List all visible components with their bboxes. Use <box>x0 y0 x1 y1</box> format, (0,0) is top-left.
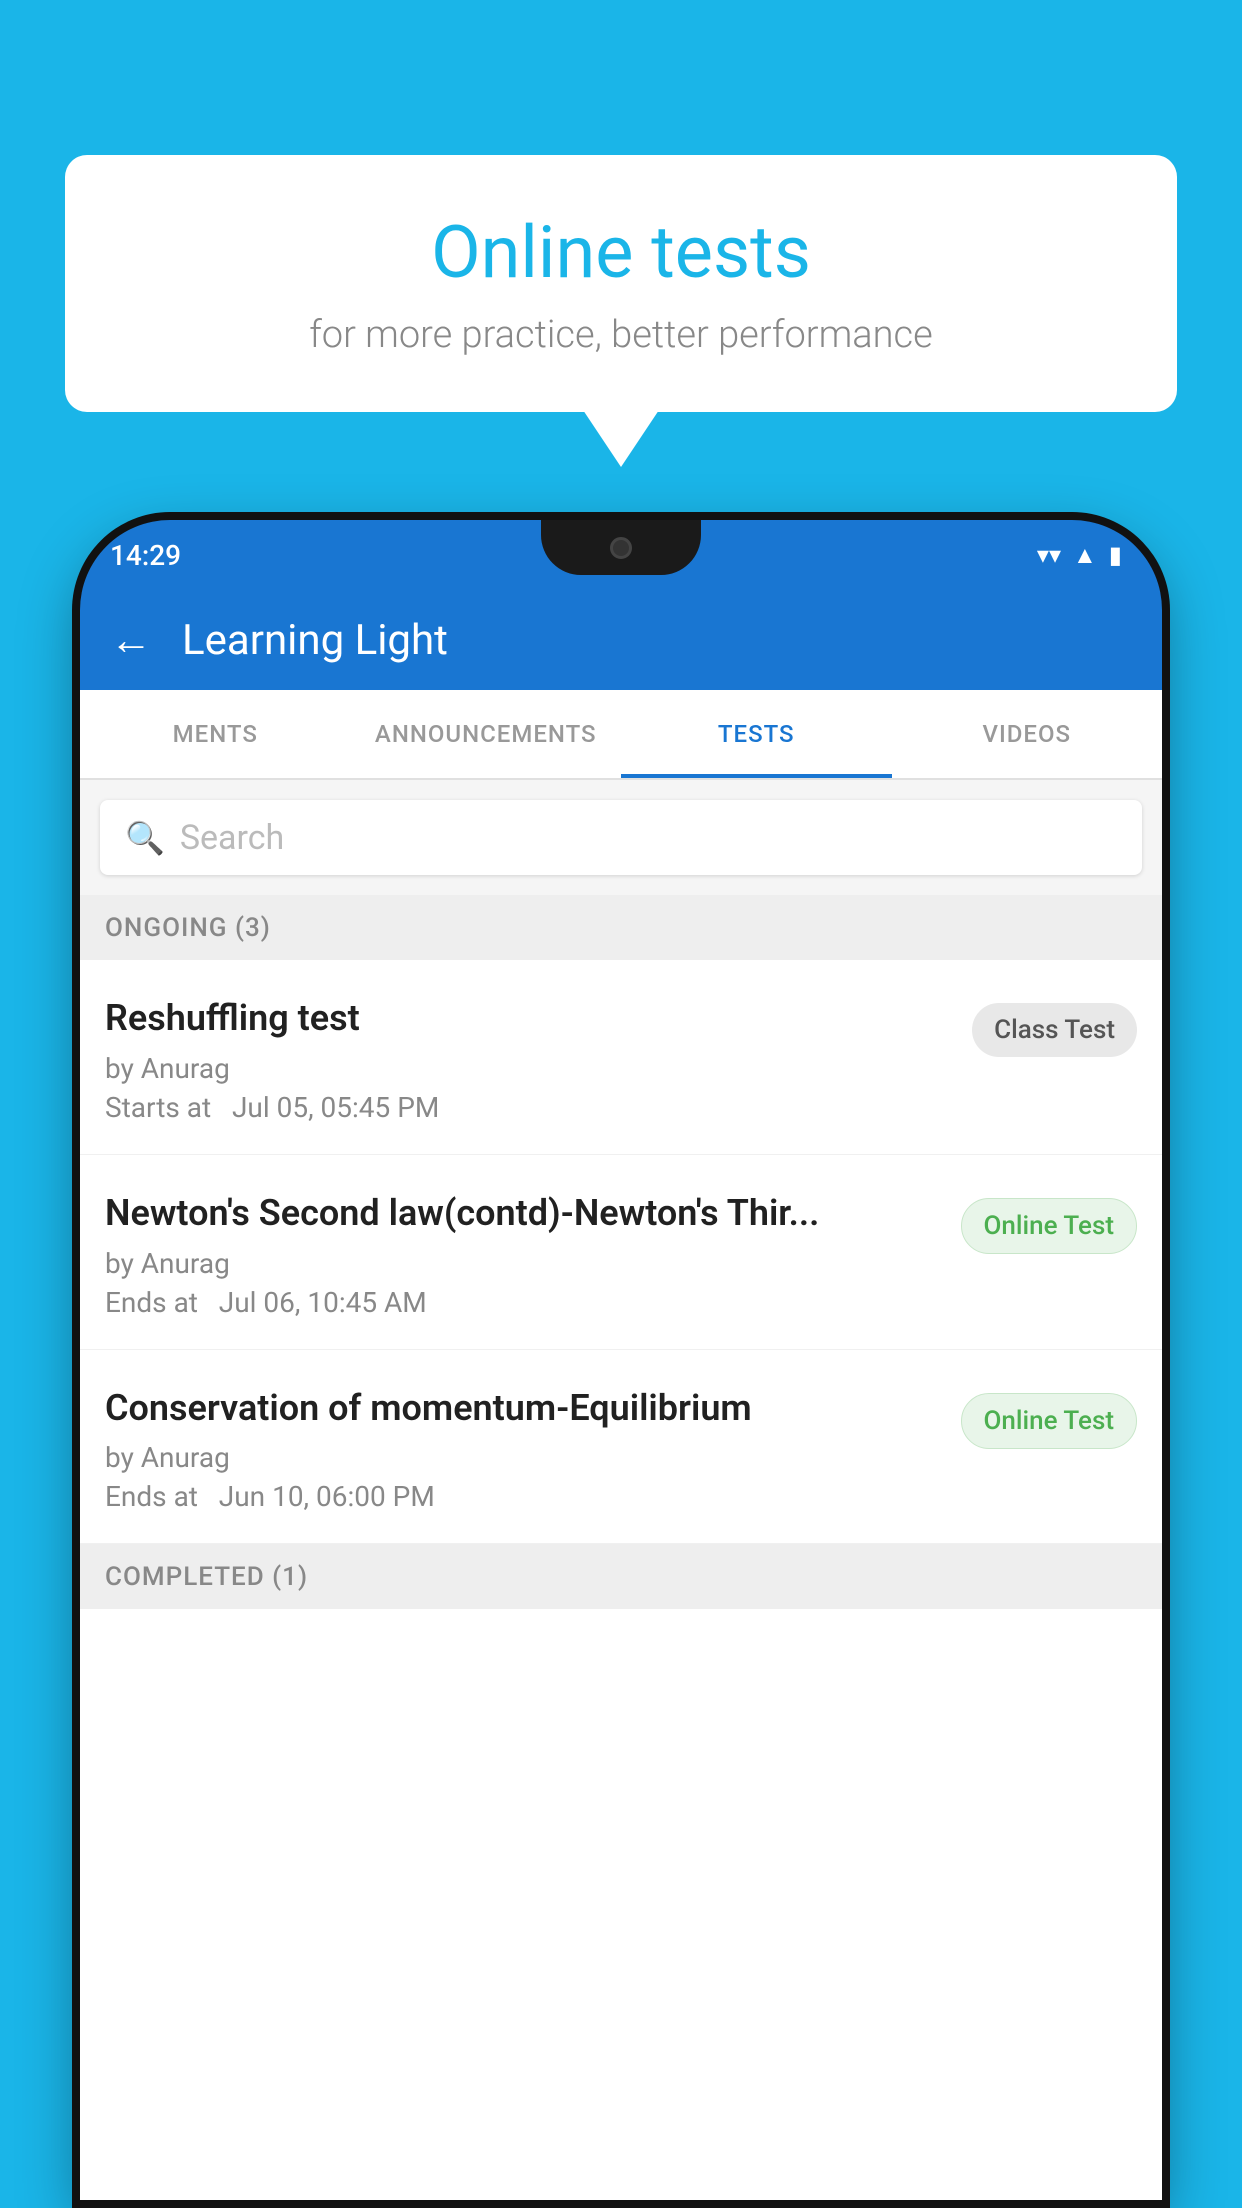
camera <box>610 537 632 559</box>
test-item-1[interactable]: Reshuffling test by Anurag Starts at Jul… <box>80 960 1162 1155</box>
test-badge-2: Online Test <box>961 1198 1138 1254</box>
tab-announcements-label: ANNOUNCEMENTS <box>375 720 597 748</box>
promo-speech-bubble: Online tests for more practice, better p… <box>65 155 1177 412</box>
test-badge-3: Online Test <box>961 1393 1138 1449</box>
tab-videos-label: VIDEOS <box>982 720 1071 748</box>
app-bar: ← Learning Light <box>80 590 1162 690</box>
battery-icon: ▮ <box>1109 541 1122 569</box>
phone-frame: 14:29 ▾▾ ▲ ▮ ← Learning Light MENTS ANNO… <box>80 520 1162 2200</box>
app-bar-title: Learning Light <box>182 616 448 665</box>
section-ongoing-header: ONGOING (3) <box>80 895 1162 960</box>
test-name-1: Reshuffling test <box>105 995 952 1042</box>
test-info-3: Conservation of momentum-Equilibrium by … <box>105 1385 941 1514</box>
section-completed-label: COMPLETED (1) <box>105 1562 308 1592</box>
test-time-1: Starts at Jul 05, 05:45 PM <box>105 1091 952 1124</box>
bubble-title: Online tests <box>125 210 1117 295</box>
test-author-2: by Anurag <box>105 1247 941 1280</box>
search-container: 🔍 Search <box>80 780 1162 895</box>
wifi-icon: ▾▾ <box>1037 541 1061 569</box>
test-author-1: by Anurag <box>105 1052 952 1085</box>
section-completed-header: COMPLETED (1) <box>80 1544 1162 1609</box>
back-button[interactable]: ← <box>110 616 152 665</box>
status-time: 14:29 <box>110 539 181 572</box>
test-item-2[interactable]: Newton's Second law(contd)-Newton's Thir… <box>80 1155 1162 1350</box>
tab-ments[interactable]: MENTS <box>80 690 351 778</box>
phone-notch <box>541 520 701 575</box>
phone-container: 14:29 ▾▾ ▲ ▮ ← Learning Light MENTS ANNO… <box>80 520 1162 2208</box>
test-info-1: Reshuffling test by Anurag Starts at Jul… <box>105 995 952 1124</box>
bubble-subtitle: for more practice, better performance <box>125 313 1117 357</box>
status-icons: ▾▾ ▲ ▮ <box>1037 541 1122 570</box>
test-badge-1: Class Test <box>972 1003 1137 1057</box>
tab-videos[interactable]: VIDEOS <box>892 690 1163 778</box>
tab-ments-label: MENTS <box>173 720 258 748</box>
search-box[interactable]: 🔍 Search <box>100 800 1142 875</box>
search-placeholder: Search <box>180 818 284 858</box>
test-time-3: Ends at Jun 10, 06:00 PM <box>105 1480 941 1513</box>
test-author-3: by Anurag <box>105 1441 941 1474</box>
section-ongoing-label: ONGOING (3) <box>105 913 271 943</box>
test-list: Reshuffling test by Anurag Starts at Jul… <box>80 960 1162 2200</box>
test-name-3: Conservation of momentum-Equilibrium <box>105 1385 941 1432</box>
tab-tests-label: TESTS <box>718 720 795 748</box>
signal-icon: ▲ <box>1073 541 1097 570</box>
test-info-2: Newton's Second law(contd)-Newton's Thir… <box>105 1190 941 1319</box>
search-icon: 🔍 <box>125 819 165 857</box>
test-time-2: Ends at Jul 06, 10:45 AM <box>105 1286 941 1319</box>
test-name-2: Newton's Second law(contd)-Newton's Thir… <box>105 1190 941 1237</box>
tab-announcements[interactable]: ANNOUNCEMENTS <box>351 690 622 778</box>
speech-bubble-box: Online tests for more practice, better p… <box>65 155 1177 412</box>
tab-bar: MENTS ANNOUNCEMENTS TESTS VIDEOS <box>80 690 1162 780</box>
tab-tests[interactable]: TESTS <box>621 690 892 778</box>
test-item-3[interactable]: Conservation of momentum-Equilibrium by … <box>80 1350 1162 1545</box>
